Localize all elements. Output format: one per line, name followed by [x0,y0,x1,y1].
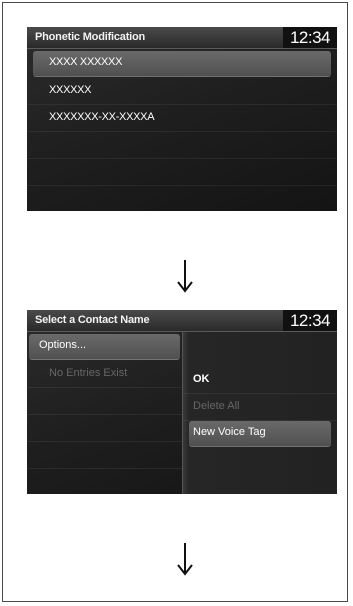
menu-item-label: OK [193,373,210,385]
menu-item-label: Delete All [193,400,240,412]
list-item-label: XXXX XXXXXX [49,56,123,68]
empty-row [27,389,182,415]
menu-item-delete-all[interactable]: Delete All [183,395,337,421]
empty-row [27,160,337,186]
clock: 12:34 [283,310,337,331]
options-label: Options... [39,339,87,351]
list-item[interactable]: XXXXXXX-XX-XXXXA [27,106,337,132]
menu-item-label: New Voice Tag [193,426,266,438]
list-item-label: XXXXXXX-XX-XXXXA [49,111,155,123]
no-entries-label: No Entries Exist [49,367,128,379]
page-frame: Phonetic Modification 12:34 XXXX XXXXXX … [2,2,348,602]
clock: 12:34 [283,27,337,48]
screen-title: Select a Contact Name [35,314,150,326]
empty-row [27,470,182,494]
empty-row [27,416,182,442]
empty-row [27,133,337,159]
options-menu: OK Delete All New Voice Tag [182,332,337,494]
empty-row [27,443,182,469]
contact-list: Options... No Entries Exist [27,332,182,494]
options-item[interactable]: Options... [29,334,180,360]
screen-title: Phonetic Modification [35,31,146,43]
arrow-down-icon [177,543,193,576]
list-item[interactable]: XXXXXX [27,79,337,105]
select-contact-screen: Select a Contact Name 12:34 Options... N… [27,310,337,494]
list-item: No Entries Exist [27,362,182,388]
arrow-down-icon [177,260,193,293]
phonetic-modification-screen: Phonetic Modification 12:34 XXXX XXXXXX … [27,27,337,211]
menu-item-new-voice-tag[interactable]: New Voice Tag [189,421,331,447]
menu-item-ok[interactable]: OK [183,368,337,394]
list-item-label: XXXXXX [49,84,92,96]
list-item[interactable]: XXXX XXXXXX [33,51,331,77]
